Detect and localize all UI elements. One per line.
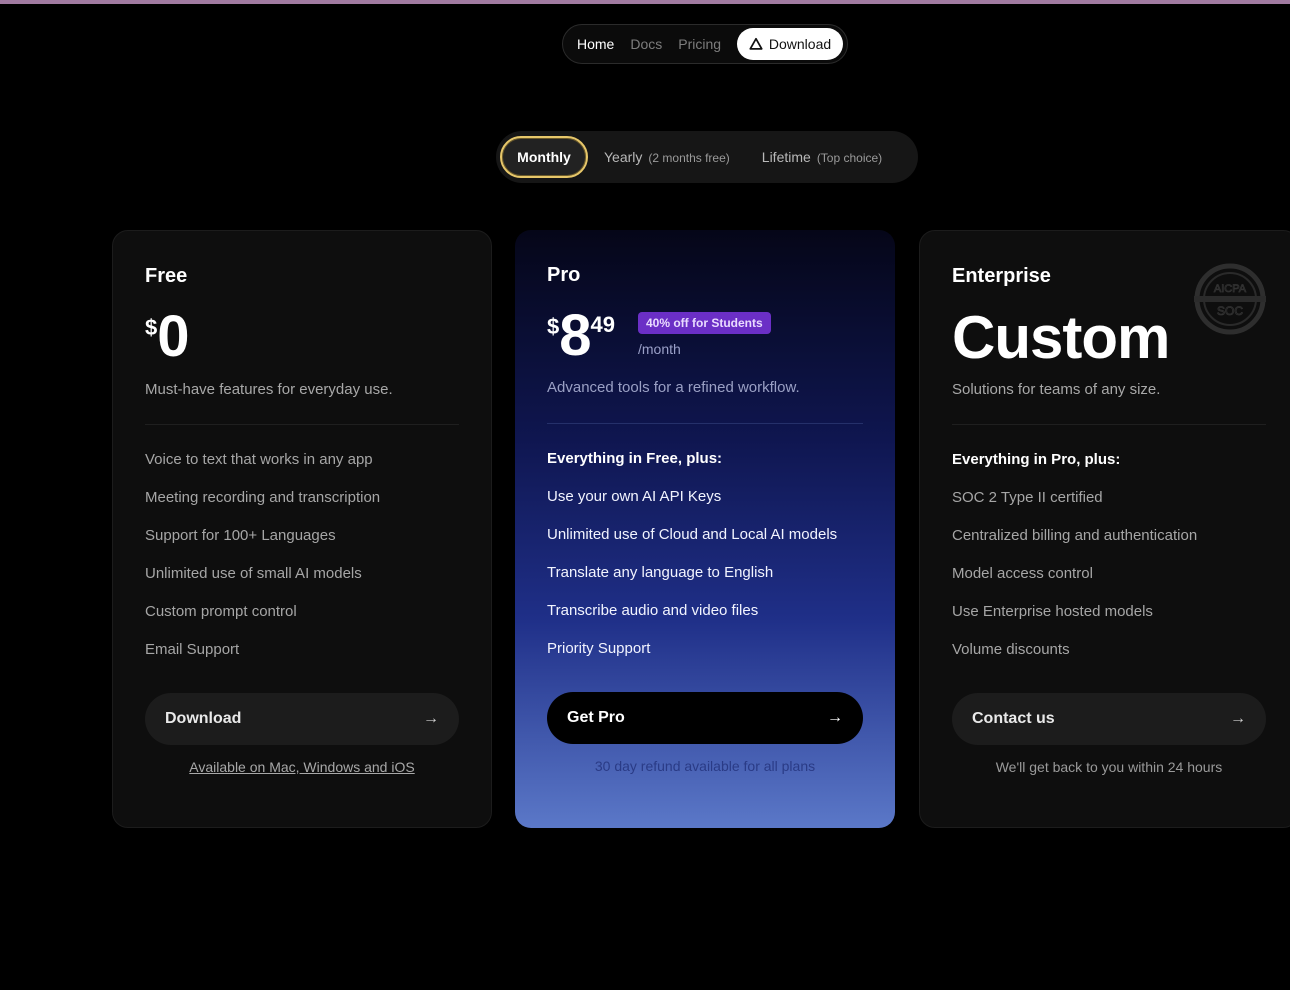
plan-description: Solutions for teams of any size. <box>952 381 1161 398</box>
cta-label: Download <box>165 710 242 727</box>
price-period: /month <box>638 341 681 357</box>
cta-label: Contact us <box>972 710 1055 727</box>
triangle-logo-icon <box>749 37 763 50</box>
feature-item: Priority Support <box>547 640 651 657</box>
nav-download-label: Download <box>768 36 832 52</box>
features-heading: Everything in Free, plus: <box>547 450 723 467</box>
contact-us-button[interactable]: Contact us → <box>952 693 1266 745</box>
price-amount: 8 <box>559 303 591 368</box>
arrow-right-icon: → <box>1230 710 1246 727</box>
feature-list: Voice to text that works in any app Meet… <box>145 449 459 677</box>
feature-item: Use Enterprise hosted models <box>952 603 1153 620</box>
aicpa-soc-seal-icon: AICPA SOC <box>1194 263 1266 335</box>
feature-list: Everything in Pro, plus: SOC 2 Type II c… <box>952 449 1266 677</box>
feature-item: Transcribe audio and video files <box>547 602 759 619</box>
top-accent-line <box>0 0 1290 4</box>
feature-item: Meeting recording and transcription <box>145 489 381 506</box>
plan-name: Enterprise <box>952 265 1051 287</box>
price-currency: $ <box>547 314 560 339</box>
platforms-link[interactable]: Available on Mac, Windows and iOS <box>189 759 414 775</box>
plan-description: Must-have features for everyday use. <box>145 381 393 398</box>
billing-yearly[interactable]: Yearly (2 months free) <box>604 149 730 165</box>
billing-toggle: Monthly Yearly (2 months free) Lifetime … <box>496 131 918 183</box>
billing-yearly-note: (2 months free) <box>648 151 730 165</box>
nav-pricing[interactable]: Pricing <box>678 36 721 52</box>
plan-card-enterprise: Enterprise Custom Solutions for teams of… <box>919 230 1290 828</box>
seal-text-top: AICPA <box>1214 283 1247 295</box>
billing-lifetime-label: Lifetime <box>761 149 811 165</box>
arrow-right-icon: → <box>827 709 843 726</box>
plan-card-pro: Pro $ 8 49 40% off for Students /month A… <box>515 230 895 828</box>
plan-card-free: Free $ 0 Must-have features for everyday… <box>112 230 492 828</box>
feature-item: Use your own AI API Keys <box>547 488 722 505</box>
feature-item: Email Support <box>145 641 240 658</box>
nav-home[interactable]: Home <box>577 36 614 52</box>
seal-text-bottom: SOC <box>1217 304 1243 318</box>
download-button[interactable]: Download → <box>145 693 459 745</box>
nav-download-button[interactable]: Download <box>737 28 843 60</box>
platform-note: Available on Mac, Windows and iOS <box>145 759 459 775</box>
billing-monthly[interactable]: Monthly <box>500 136 588 178</box>
feature-item: Voice to text that works in any app <box>145 451 373 468</box>
get-pro-button[interactable]: Get Pro → <box>547 692 863 744</box>
billing-lifetime[interactable]: Lifetime (Top choice) <box>762 149 882 165</box>
price-custom: Custom <box>952 304 1170 371</box>
cta-label: Get Pro <box>567 709 625 726</box>
price-cents: 49 <box>590 312 615 337</box>
student-discount-badge: 40% off for Students <box>638 312 771 334</box>
plan-price: $ 8 49 <box>547 303 615 368</box>
feature-item: Custom prompt control <box>145 603 297 620</box>
feature-item: Model access control <box>952 565 1093 582</box>
feature-item: Translate any language to English <box>547 564 774 581</box>
plan-price: $ 0 <box>145 304 190 369</box>
arrow-right-icon: → <box>423 710 439 727</box>
features-heading: Everything in Pro, plus: <box>952 451 1121 468</box>
billing-lifetime-note: (Top choice) <box>816 151 883 165</box>
plan-description: Advanced tools for a refined workflow. <box>547 379 800 396</box>
refund-note: 30 day refund available for all plans <box>594 758 816 774</box>
feature-item: Volume discounts <box>952 641 1070 658</box>
top-nav: Home Docs Pricing Download <box>562 24 848 64</box>
billing-yearly-label: Yearly <box>604 149 643 165</box>
divider <box>952 424 1266 425</box>
price-currency: $ <box>145 315 158 340</box>
nav-docs[interactable]: Docs <box>630 36 662 52</box>
divider <box>547 423 863 424</box>
feature-item: Unlimited use of Cloud and Local AI mode… <box>547 526 838 543</box>
feature-item: Support for 100+ Languages <box>145 527 336 544</box>
plan-name: Free <box>145 265 188 287</box>
feature-item: SOC 2 Type II certified <box>952 489 1103 506</box>
feature-item: Unlimited use of small AI models <box>145 565 362 582</box>
divider <box>145 424 459 425</box>
feature-list: Everything in Free, plus: Use your own A… <box>547 448 863 676</box>
feature-item: Centralized billing and authentication <box>952 527 1198 544</box>
plan-name: Pro <box>547 264 581 286</box>
response-note: We'll get back to you within 24 hours <box>995 759 1223 775</box>
price-amount: 0 <box>157 304 189 369</box>
